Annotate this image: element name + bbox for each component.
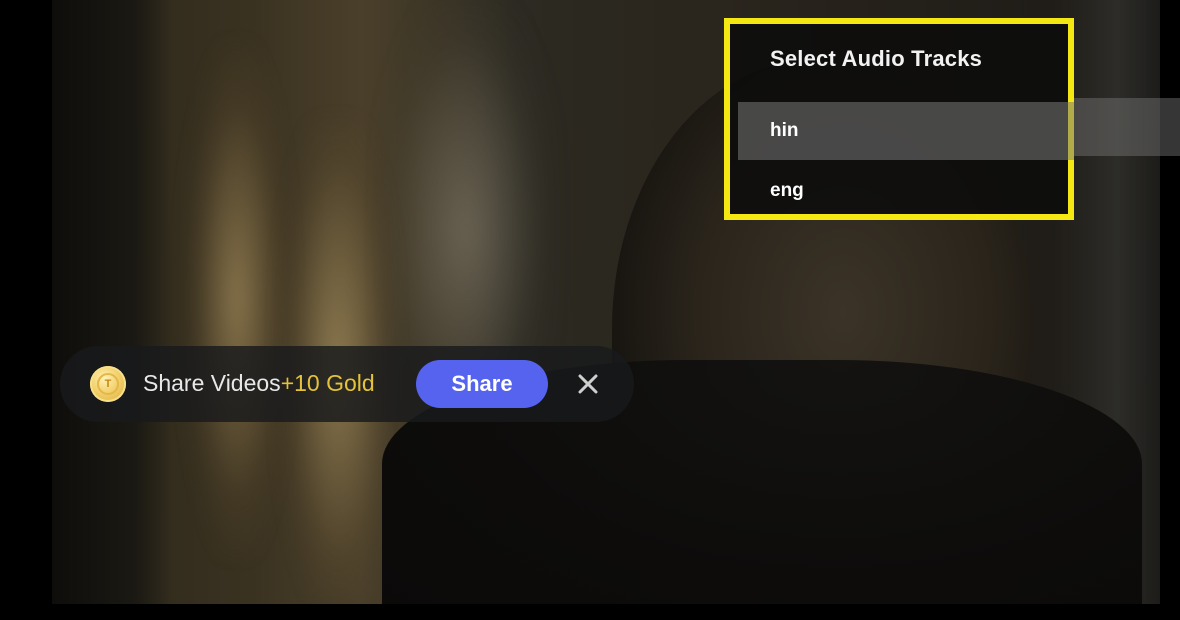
audio-track-option-eng[interactable]: eng (738, 162, 1074, 220)
coin-letter: T (97, 373, 119, 395)
audio-track-label: eng (770, 180, 804, 201)
share-videos-label: Share Videos (143, 370, 281, 396)
audio-track-label: hin (770, 120, 799, 141)
audio-track-selector: Select Audio Tracks hin eng (724, 18, 1074, 220)
video-player[interactable]: Select Audio Tracks hin eng T Share Vide… (0, 0, 1180, 620)
selected-track-highlight-extension (1074, 98, 1180, 156)
gold-reward-label: +10 Gold (280, 370, 375, 396)
audio-panel-title: Select Audio Tracks (770, 46, 983, 71)
share-button[interactable]: Share (416, 360, 548, 408)
video-background-shadow (52, 0, 172, 604)
audio-track-option-hin[interactable]: hin (738, 102, 1074, 160)
share-reward-banner: T Share Videos+10 Gold Share (60, 346, 634, 422)
video-background-light (182, 40, 292, 560)
close-icon[interactable] (572, 368, 604, 400)
share-reward-text: Share Videos+10 Gold (143, 370, 375, 397)
gold-coin-icon: T (90, 366, 126, 402)
